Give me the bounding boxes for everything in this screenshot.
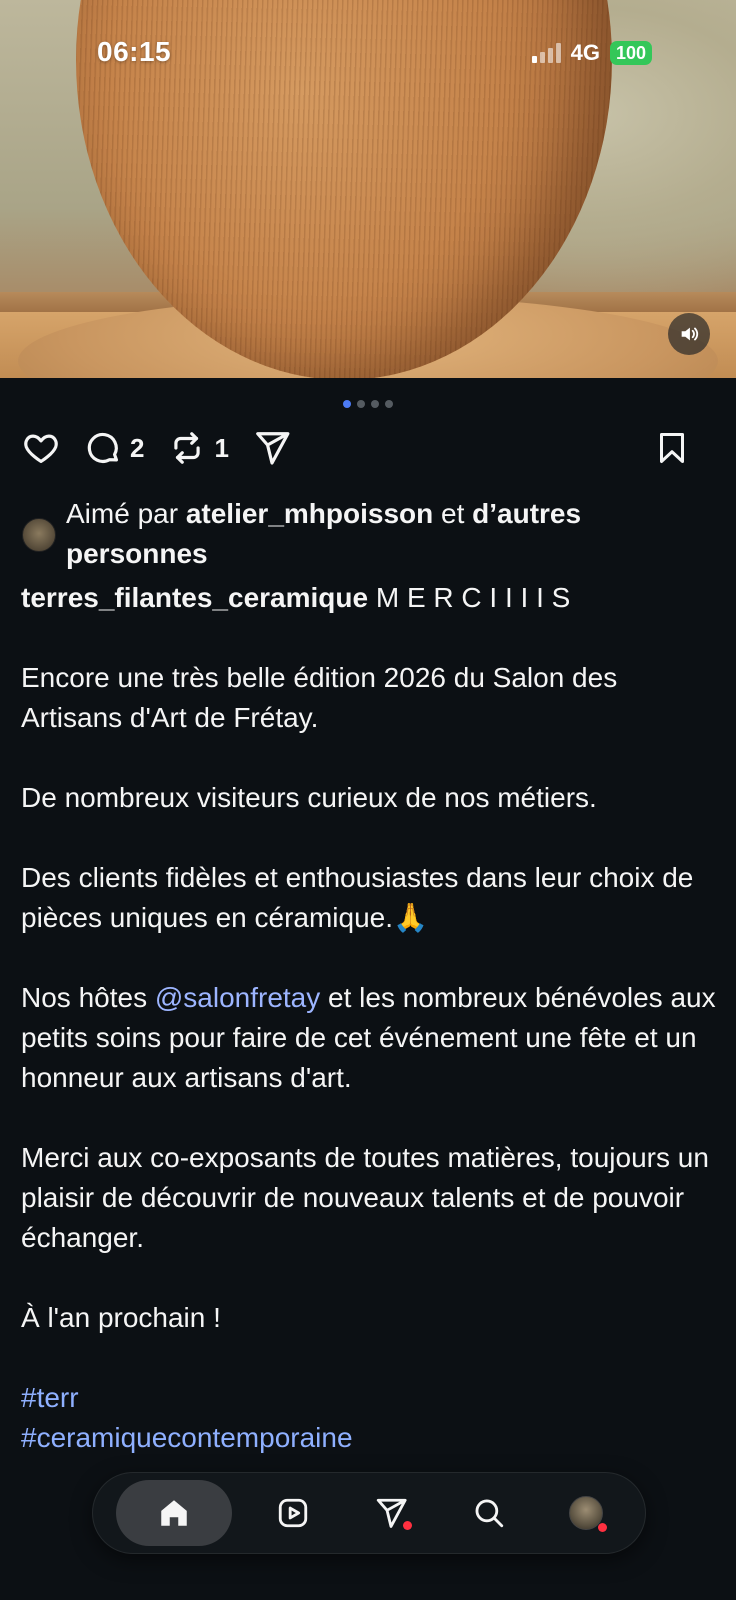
liked-by-text: Aimé par atelier_mhpoisson et d’autres p… [66,494,712,574]
caption-paragraph: Encore une très belle édition 2026 du Sa… [21,662,618,733]
home-icon [161,1500,187,1526]
liked-by-connector: et [441,498,465,529]
caption-paragraph: Des clients fidèles et enthousiastes dan… [21,862,694,933]
like-button[interactable] [22,429,60,467]
carousel-dot [371,400,379,408]
carousel-dot [385,400,393,408]
hosts-text-before: Nos hôtes [21,982,148,1013]
bottom-navigation [92,1472,646,1554]
battery-level: 100 [609,41,652,65]
status-indicators: 4G 100 [531,40,652,66]
network-type: 4G [570,40,600,65]
caption-paragraph: De nombreux visiteurs curieux de nos mét… [21,782,597,813]
send-icon [256,432,290,465]
caption-headline: M E R C I I I I S [375,582,571,613]
repost-count: 1 [214,432,229,463]
nav-profile[interactable] [550,1483,622,1543]
reels-icon [279,1498,308,1528]
share-button[interactable] [253,429,291,467]
liked-by-prefix: Aimé par [66,498,179,529]
comment-count: 2 [130,432,145,463]
liked-by-row[interactable]: Aimé par atelier_mhpoisson et d’autres p… [22,494,712,574]
post-action-bar: 2 1 [22,428,714,468]
caption-username[interactable]: terres_filantes_ceramique [21,582,368,613]
liker-avatar [22,518,56,552]
notification-dot [598,1523,608,1532]
caption-paragraph: À l'an prochain ! [21,1302,221,1333]
repost-icon [174,432,201,464]
hashtag-link[interactable]: #ceramiquecontemporaine [21,1418,721,1458]
save-button[interactable] [654,429,690,467]
mention-link[interactable]: @salonfretay [155,982,320,1013]
liker-username[interactable]: atelier_mhpoisson [186,498,433,529]
notification-dot [402,1521,412,1530]
heart-icon [24,434,58,464]
bookmark-icon [660,433,684,463]
speaker-icon [681,327,699,341]
nav-messages[interactable] [355,1483,427,1543]
comment-button[interactable]: 2 [84,429,144,467]
hashtag-link[interactable]: #terr [21,1378,721,1418]
repost-button[interactable]: 1 [168,429,229,467]
sound-toggle-button[interactable] [668,313,710,355]
nav-search[interactable] [453,1483,525,1543]
nav-reels[interactable] [257,1483,329,1543]
signal-strength-icon [531,43,561,63]
carousel-dot-active [343,400,351,408]
post-media[interactable]: 06:15 4G 100 [0,0,736,378]
nav-home[interactable] [115,1480,232,1546]
carousel-dot [357,400,365,408]
caption-hosts-paragraph: Nos hôtes @salonfretay et les nombreux b… [21,978,721,1098]
search-icon [475,1499,503,1528]
post-caption: terres_filantes_ceramique M E R C I I I … [21,578,721,1458]
caption-paragraph: Merci aux co-exposants de toutes matière… [21,1142,709,1253]
status-time: 06:15 [97,36,172,67]
hashtag-list: #terr #ceramiquecontemporaine [21,1378,721,1458]
comment-bubble-icon [87,432,119,463]
caption-header: terres_filantes_ceramique M E R C I I I … [21,578,721,618]
carousel-indicator [0,400,736,408]
